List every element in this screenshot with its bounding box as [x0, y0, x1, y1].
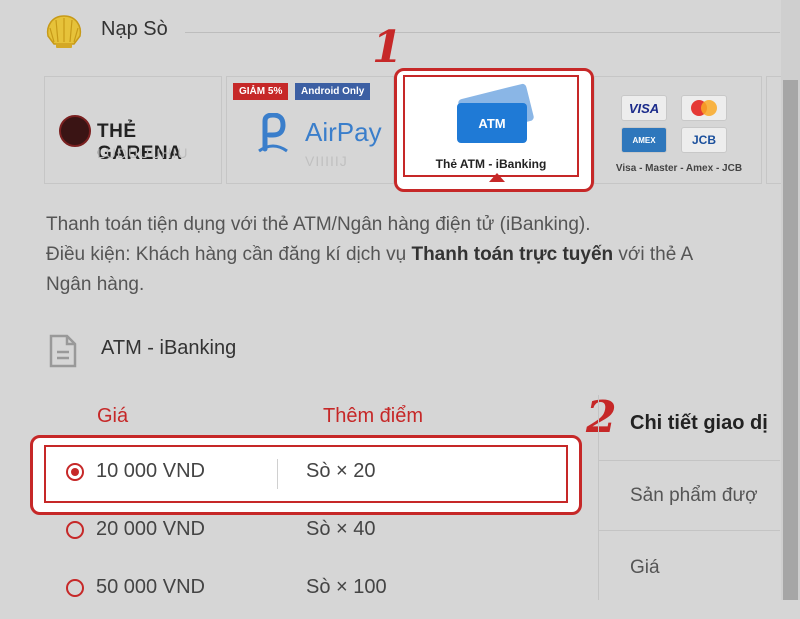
radio-unchecked-icon[interactable] — [66, 579, 84, 597]
payment-airpay-card[interactable]: GIẢM 5% Android Only AirPay VIIIIIJ — [226, 76, 394, 184]
description-line-2-suffix: với thẻ A — [613, 244, 694, 265]
detail-divider — [598, 530, 780, 531]
payment-atm-card[interactable]: ATM Thẻ ATM - iBanking — [394, 68, 594, 192]
detail-panel-title: Chi tiết giao dị — [630, 412, 768, 434]
row-divider — [277, 459, 278, 489]
android-only-badge: Android Only — [295, 83, 371, 100]
price-row-20000[interactable]: 20 000 VND Sò × 40 — [44, 503, 568, 561]
points-column-header: Thêm điểm — [323, 405, 424, 427]
detail-price-label: Giá — [630, 557, 660, 578]
airpay-reflection: VIIIIIJ — [305, 153, 348, 169]
payment-garena-card[interactable]: THẺ GARENA LUDUUUHIU — [44, 76, 222, 184]
atm-card-icon: ATM — [457, 103, 527, 143]
payment-description: Thanh toán tiện dụng với thẻ ATM/Ngân hà… — [46, 210, 786, 300]
mastercard-logo-icon — [681, 95, 727, 121]
header-divider — [185, 32, 780, 33]
jcb-logo-icon: JCB — [681, 127, 727, 153]
description-line-1: Thanh toán tiện dụng với thẻ ATM/Ngân hà… — [46, 214, 591, 235]
description-bold-term: Thanh toán trực tuyến — [411, 244, 614, 265]
garena-logo-icon — [59, 115, 91, 147]
amex-logo-icon: AMEX — [621, 127, 667, 153]
price-row-10000[interactable]: 10 000 VND Sò × 20 — [44, 445, 568, 503]
selected-pointer-icon — [489, 173, 505, 182]
description-line-2: Điều kiện: Khách hàng cần đăng kí dịch v… — [46, 240, 786, 270]
detail-divider — [598, 460, 780, 461]
payment-visa-card[interactable]: VISA AMEX JCB Visa - Master - Amex - JCB — [594, 76, 762, 184]
scrollbar-thumb[interactable] — [783, 80, 798, 600]
atm-label: Thẻ ATM - iBanking — [435, 157, 547, 171]
detail-panel-border — [598, 395, 599, 600]
detail-product-label: Sản phẩm đượ — [630, 485, 758, 506]
garena-reflection: LUDUUUHIU — [97, 145, 189, 161]
price-value: 50 000 VND — [96, 576, 205, 598]
description-line-3: Ngân hàng. — [46, 274, 145, 295]
description-line-2-prefix: Điều kiện: Khách hàng cần đăng kí dịch v… — [46, 244, 412, 265]
atm-card-highlight: ATM Thẻ ATM - iBanking — [394, 68, 594, 192]
visa-logo-icon: VISA — [621, 95, 667, 121]
price-value: 20 000 VND — [96, 518, 205, 540]
points-value: Sò × 40 — [306, 518, 376, 540]
page-title: Nạp Sò — [101, 18, 168, 40]
price-value: 10 000 VND — [96, 460, 205, 482]
step-2-annotation: 2 — [586, 392, 617, 443]
points-value: Sò × 20 — [306, 460, 376, 482]
radio-checked-icon[interactable] — [66, 463, 84, 481]
discount-badge: GIẢM 5% — [233, 83, 289, 100]
atm-card-inner: ATM Thẻ ATM - iBanking — [403, 75, 579, 182]
shell-icon — [46, 15, 82, 48]
visa-label: Visa - Master - Amex - JCB — [615, 163, 743, 174]
airpay-logo-icon — [258, 113, 288, 153]
price-column-header: Giá — [97, 405, 129, 427]
airpay-label: AirPay — [305, 117, 382, 147]
price-row-50000[interactable]: 50 000 VND Sò × 100 — [44, 561, 568, 619]
payment-methods: THẺ GARENA LUDUUUHIU GIẢM 5% Android Onl… — [44, 68, 786, 192]
document-icon — [49, 334, 77, 368]
section-title: ATM - iBanking — [101, 337, 237, 359]
points-value: Sò × 100 — [306, 576, 387, 598]
radio-unchecked-icon[interactable] — [66, 521, 84, 539]
step-1-annotation: 1 — [372, 22, 403, 73]
